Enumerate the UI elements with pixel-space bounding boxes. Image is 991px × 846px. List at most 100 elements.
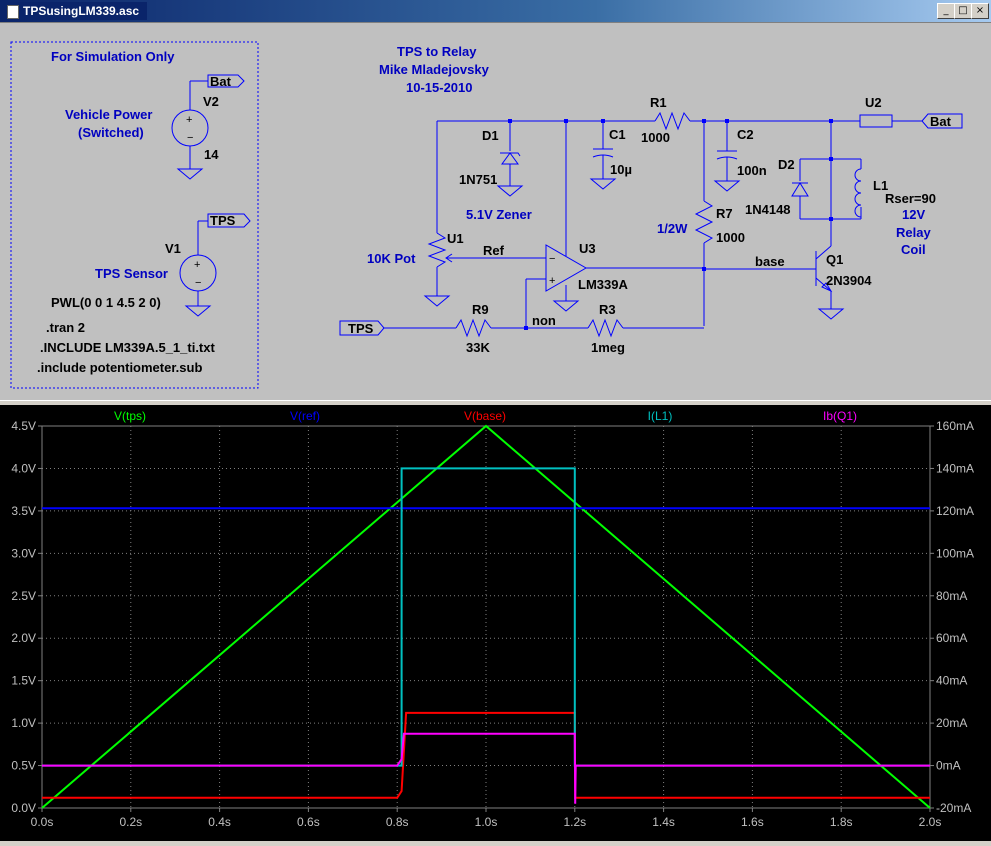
legend-label[interactable]: I(L1) — [648, 409, 673, 423]
u3-ground-symbol — [552, 300, 580, 312]
d2-diode-symbol — [791, 182, 809, 197]
close-button[interactable]: × — [971, 3, 989, 19]
x-tick-label: 1.4s — [652, 815, 675, 829]
r9-value: 33K — [466, 340, 490, 355]
x-tick-label: 2.0s — [919, 815, 942, 829]
directive-tran[interactable]: .tran 2 — [46, 320, 85, 335]
r7-value: 1000 — [716, 230, 745, 245]
y-right-tick-label: 20mA — [936, 716, 967, 730]
r9-resistor-symbol — [455, 318, 492, 338]
c1-ref: C1 — [609, 127, 626, 142]
y-right-tick-label: 160mA — [936, 419, 974, 433]
u3-ref: U3 — [579, 241, 596, 256]
x-tick-label: 0.8s — [386, 815, 409, 829]
u1-note: 10K Pot — [367, 251, 416, 266]
r3-value: 1meg — [591, 340, 625, 355]
minimize-button[interactable]: _ — [937, 3, 955, 19]
y-left-tick-label: 1.5V — [11, 674, 36, 688]
y-left-tick-label: 4.0V — [11, 461, 36, 475]
v1-ref-label: V1 — [165, 241, 181, 256]
u2-ref: U2 — [865, 95, 882, 110]
u3-value: LM339A — [578, 277, 628, 292]
legend-layer: V(tps) V(ref) V(base) I(L1) Ib(Q1) — [114, 409, 857, 423]
maximize-button[interactable]: □ — [954, 3, 972, 19]
legend-label[interactable]: V(base) — [464, 409, 506, 423]
svg-text:−: − — [187, 132, 193, 144]
v2-value: 14 — [204, 147, 219, 162]
directive-include-lm339[interactable]: .INCLUDE LM339A.5_1_ti.txt — [40, 340, 215, 355]
y-right-tick-label: 120mA — [936, 504, 974, 518]
y-left-tick-label: 2.5V — [11, 589, 36, 603]
x-tick-label: 0.0s — [31, 815, 54, 829]
header-line3: 10-15-2010 — [406, 80, 473, 95]
u1-ground-symbol — [423, 295, 451, 307]
c1-ground-symbol — [589, 178, 617, 190]
grid-layer — [42, 426, 930, 808]
r1-value: 1000 — [641, 130, 670, 145]
y-right-tick-label: 80mA — [936, 589, 967, 603]
r7-note: 1/2W — [657, 221, 688, 236]
x-tick-label: 1.8s — [830, 815, 853, 829]
l1-note1: 12V — [902, 207, 925, 222]
v1-desc: TPS Sensor — [95, 266, 168, 281]
sim-box-heading: For Simulation Only — [51, 49, 175, 64]
v1-net-label: TPS — [210, 213, 236, 228]
r7-resistor-symbol — [694, 200, 714, 244]
y-left-tick-label: 0.5V — [11, 759, 36, 773]
u1-ref: U1 — [447, 231, 464, 246]
d1-note: 5.1V Zener — [466, 207, 532, 222]
directive-include-pot[interactable]: .include potentiometer.sub — [37, 360, 202, 375]
x-tick-label: 0.6s — [297, 815, 320, 829]
y-right-tick-label: -20mA — [936, 801, 971, 815]
waveform-pane[interactable]: 0.0s 0.2s 0.4s 0.6s 0.8s 1.0s 1.2s 1.4s 1.6s 1.8s… — [0, 405, 991, 841]
legend-label[interactable]: V(tps) — [114, 409, 146, 423]
l1-note3: Coil — [901, 242, 926, 257]
waveform-chart: 0.0s 0.2s 0.4s 0.6s 0.8s 1.0s 1.2s 1.4s 1.6s 1.8s… — [11, 409, 974, 829]
u1-pot-symbol — [427, 232, 447, 268]
x-tick-label: 0.2s — [119, 815, 142, 829]
y-left-tick-label: 4.5V — [11, 419, 36, 433]
window-titlebar: TPSusingLM339.asc _ □ × — [0, 0, 991, 22]
r3-resistor-symbol — [587, 318, 624, 338]
q1-ref: Q1 — [826, 252, 843, 267]
d2-ref: D2 — [778, 157, 795, 172]
q1-ground-symbol — [817, 308, 845, 320]
y-left-tick-label: 0.0V — [11, 801, 36, 815]
x-tick-label: 1.2s — [563, 815, 586, 829]
y-right-tick-label: 140mA — [936, 461, 974, 475]
y-left-tick-label: 1.0V — [11, 716, 36, 730]
q1-value: 2N3904 — [826, 273, 872, 288]
l1-coil-symbol — [854, 168, 862, 218]
u2-fuse-symbol — [859, 114, 893, 128]
d2-value: 1N4148 — [745, 202, 791, 217]
y-right-tick-label: 100mA — [936, 546, 974, 560]
d1-ref: D1 — [482, 128, 499, 143]
svg-text:+: + — [186, 114, 192, 126]
v2-net-label: Bat — [210, 74, 232, 89]
d1-ground-symbol — [496, 185, 524, 197]
legend-label[interactable]: Ib(Q1) — [823, 409, 857, 423]
x-tick-label: 0.4s — [208, 815, 231, 829]
document-tab[interactable]: TPSusingLM339.asc — [3, 2, 148, 20]
y-left-tick-label: 3.0V — [11, 546, 36, 560]
y-right-tick-label: 60mA — [936, 631, 967, 645]
v2-desc-line2: (Switched) — [78, 125, 144, 140]
svg-text:−: − — [195, 277, 201, 289]
v2-desc-line1: Vehicle Power — [65, 107, 152, 122]
x-tick-label: 1.0s — [475, 815, 498, 829]
tps-flag-label: TPS — [348, 321, 374, 336]
y-left-tick-label: 3.5V — [11, 504, 36, 518]
x-tick-label: 1.6s — [741, 815, 764, 829]
c2-value: 100n — [737, 163, 767, 178]
window-title: TPSusingLM339.asc — [23, 4, 140, 18]
v1-ground-symbol — [184, 305, 212, 317]
y-right-tick-label: 0mA — [936, 759, 961, 773]
r1-resistor-symbol — [654, 111, 691, 131]
legend-label[interactable]: V(ref) — [290, 409, 320, 423]
l1-note2: Relay — [896, 225, 931, 240]
bat-flag-label: Bat — [930, 114, 952, 129]
v2-ref-label: V2 — [203, 94, 219, 109]
tick-layer: 0.0s 0.2s 0.4s 0.6s 0.8s 1.0s 1.2s 1.4s 1.6s 1.8s… — [11, 419, 974, 829]
schematic-pane[interactable]: + − + − − + For Simulation Only Bat V2 Vehi… — [0, 22, 991, 401]
d1-zener-symbol — [501, 152, 519, 165]
